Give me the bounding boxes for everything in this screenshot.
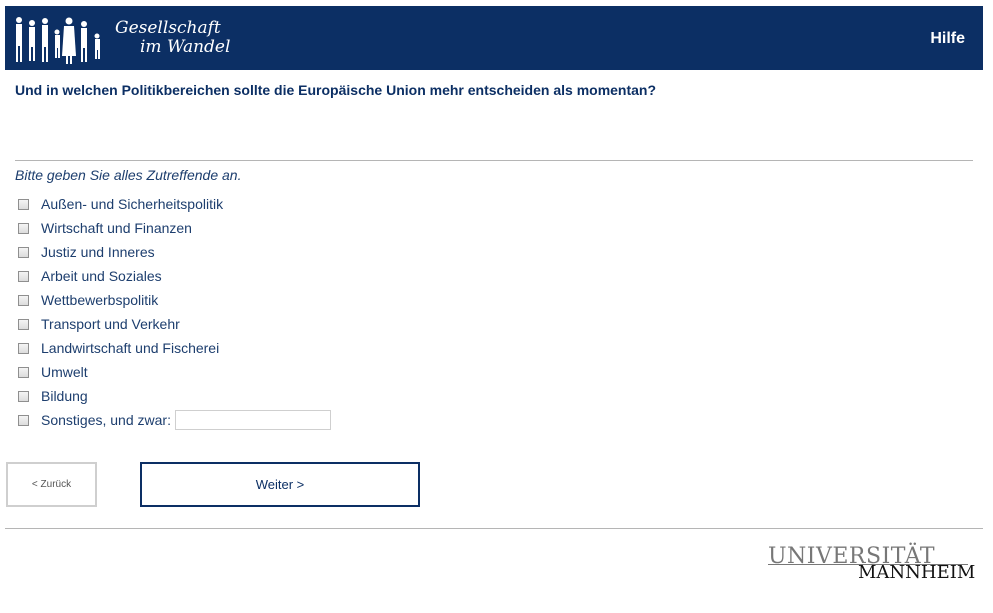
- checkbox[interactable]: [18, 318, 29, 330]
- options-list: Außen- und Sicherheitspolitik Wirtschaft…: [18, 192, 331, 432]
- next-button[interactable]: Weiter >: [140, 462, 420, 507]
- option-landwirtschaft-fischerei[interactable]: Landwirtschaft und Fischerei: [18, 336, 331, 360]
- back-button[interactable]: < Zurück: [6, 462, 97, 507]
- gesellschaft-im-wandel-logo: Gesellschaft im Wandel: [5, 6, 245, 70]
- option-label: Arbeit und Soziales: [41, 268, 162, 284]
- option-wettbewerbspolitik[interactable]: Wettbewerbspolitik: [18, 288, 331, 312]
- option-umwelt[interactable]: Umwelt: [18, 360, 331, 384]
- other-text-input[interactable]: [174, 410, 331, 430]
- checkbox[interactable]: [18, 294, 29, 306]
- checkbox[interactable]: [18, 222, 29, 234]
- option-aussen-sicherheitspolitik[interactable]: Außen- und Sicherheitspolitik: [18, 192, 331, 216]
- university-mannheim-logo: UNIVERSITÄT MANNHEIM: [768, 544, 975, 584]
- option-label: Transport und Verkehr: [41, 316, 180, 332]
- header-bar: Gesellschaft im Wandel Hilfe: [5, 6, 983, 70]
- footer-divider: [5, 528, 983, 529]
- people-silhouettes-icon: [16, 17, 100, 64]
- option-label: Außen- und Sicherheitspolitik: [41, 196, 224, 212]
- option-arbeit-soziales[interactable]: Arbeit und Soziales: [18, 264, 331, 288]
- option-label: Justiz und Inneres: [41, 244, 155, 260]
- option-transport-verkehr[interactable]: Transport und Verkehr: [18, 312, 331, 336]
- option-sonstiges[interactable]: Sonstiges, und zwar:: [18, 408, 331, 432]
- uni-logo-bottom: MANNHEIM: [858, 562, 976, 583]
- option-label: Sonstiges, und zwar:: [41, 412, 171, 428]
- logo-text-line2: im Wandel: [140, 37, 231, 57]
- divider: [15, 160, 973, 161]
- help-link[interactable]: Hilfe: [930, 30, 965, 48]
- checkbox[interactable]: [18, 366, 29, 378]
- option-label: Bildung: [41, 388, 88, 404]
- checkbox[interactable]: [18, 246, 29, 258]
- option-wirtschaft-finanzen[interactable]: Wirtschaft und Finanzen: [18, 216, 331, 240]
- option-label: Umwelt: [41, 364, 88, 380]
- checkbox[interactable]: [18, 270, 29, 282]
- option-label: Landwirtschaft und Fischerei: [41, 340, 220, 356]
- logo-text-line1: Gesellschaft: [115, 18, 221, 38]
- question-title: Und in welchen Politikbereichen sollte d…: [15, 82, 657, 98]
- option-justiz-inneres[interactable]: Justiz und Inneres: [18, 240, 331, 264]
- checkbox[interactable]: [18, 342, 29, 354]
- checkbox[interactable]: [18, 414, 29, 426]
- checkbox[interactable]: [18, 390, 29, 402]
- option-bildung[interactable]: Bildung: [18, 384, 331, 408]
- option-label: Wirtschaft und Finanzen: [41, 220, 192, 236]
- checkbox[interactable]: [18, 198, 29, 210]
- option-label: Wettbewerbspolitik: [41, 292, 159, 308]
- question-instruction: Bitte geben Sie alles Zutreffende an.: [15, 167, 242, 183]
